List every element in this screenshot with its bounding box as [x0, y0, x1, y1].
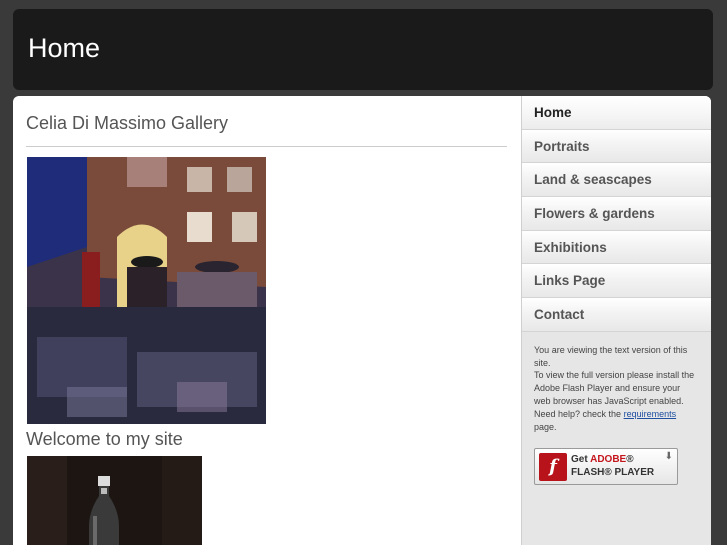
help-prefix: Need help? check the — [534, 408, 622, 419]
nav-item-home[interactable]: Home — [522, 96, 711, 130]
nav-item-land-seascapes[interactable]: Land & seascapes — [522, 163, 711, 198]
flash-get-label: Get — [571, 454, 588, 466]
header-bar: Home — [13, 9, 713, 90]
notice-help: Need help? check the requirements page. — [534, 408, 699, 434]
nav-item-exhibitions[interactable]: Exhibitions — [522, 230, 711, 265]
flash-product-label: FLASH® PLAYER — [571, 467, 655, 479]
get-flash-player-button[interactable]: f Get ADOBE® FLASH® PLAYER ⬇ — [534, 448, 678, 486]
flash-notice: You are viewing the text version of this… — [522, 332, 711, 434]
nav-item-flowers-gardens[interactable]: Flowers & gardens — [522, 197, 711, 231]
flash-adobe-label: ADOBE — [590, 454, 627, 466]
nav-item-contact[interactable]: Contact — [522, 298, 711, 332]
sidebar: Home Portraits Land & seascapes Flowers … — [521, 96, 711, 545]
street-scene-painting — [27, 157, 266, 424]
help-suffix: page. — [534, 421, 557, 432]
requirements-link[interactable]: requirements — [624, 409, 677, 419]
welcome-heading: Welcome to my site — [26, 429, 183, 449]
flash-logo-icon: f — [539, 453, 567, 482]
main-content: Celia Di Massimo Gallery Welcome to my s… — [13, 96, 521, 545]
notice-line-2: To view the full version please install … — [534, 370, 695, 406]
flash-registered-mark: ® — [626, 454, 634, 466]
page-title: Home — [28, 33, 101, 63]
nav-item-portraits[interactable]: Portraits — [522, 129, 711, 164]
flash-get-adobe: Get ADOBE® — [571, 454, 634, 465]
download-arrow-icon: ⬇ — [664, 451, 673, 463]
notice-line-1: You are viewing the text version of this… — [534, 344, 688, 368]
title-divider — [26, 146, 507, 147]
nav-item-links-page[interactable]: Links Page — [522, 264, 711, 299]
content-container: Celia Di Massimo Gallery Welcome to my s… — [13, 96, 711, 545]
bottle-still-life-painting — [27, 456, 202, 545]
site-title: Celia Di Massimo Gallery — [26, 113, 229, 133]
